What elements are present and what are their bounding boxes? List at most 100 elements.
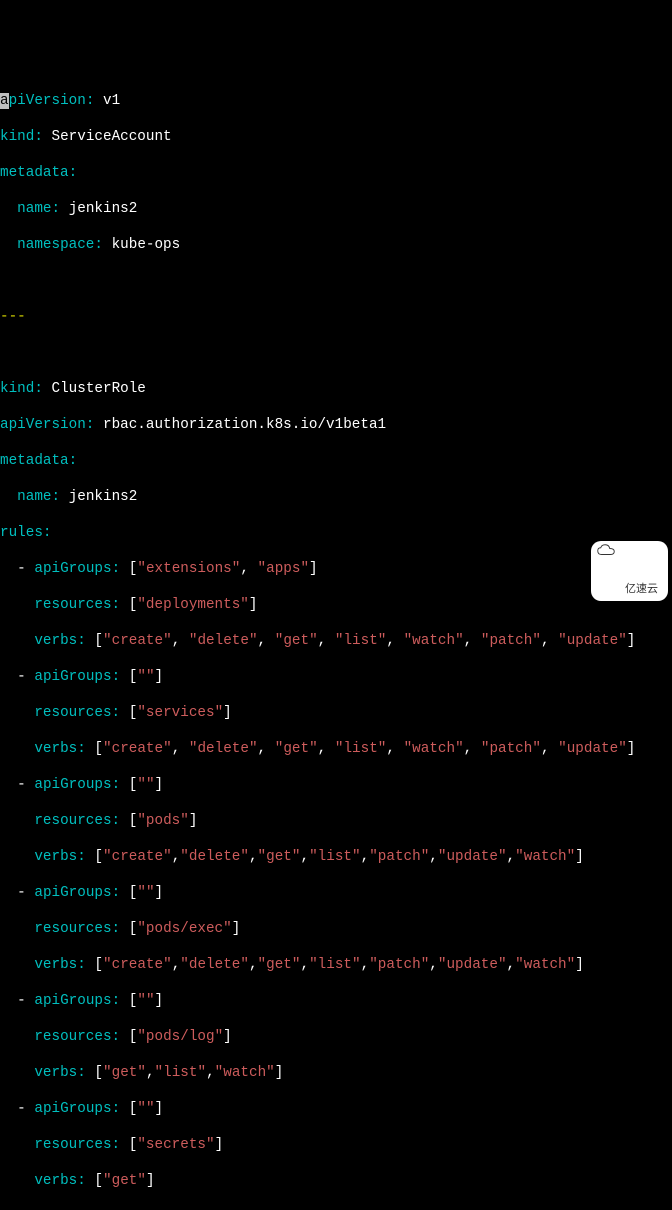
string-value: patch: [489, 741, 532, 757]
key-apiVersion: piVersion: [9, 93, 86, 109]
colon: :: [77, 1173, 86, 1189]
value-apiVersion: v1: [103, 93, 120, 109]
key-verbs: verbs: [34, 1173, 77, 1189]
string-value: apps: [266, 561, 300, 577]
rbracket: ]: [155, 777, 164, 793]
rbracket: ]: [627, 741, 636, 757]
line-apiVersion: apiVersion: v1: [0, 92, 672, 110]
lbracket: [: [94, 957, 103, 973]
key-resources: resources: [34, 597, 111, 613]
line-namespace: namespace: kube-ops: [0, 236, 672, 254]
comma: ,: [318, 741, 327, 757]
value-kind: ServiceAccount: [52, 129, 172, 145]
comma: ,: [464, 741, 473, 757]
key-verbs: verbs: [34, 849, 77, 865]
value-namespace: kube-ops: [112, 237, 181, 253]
lbracket: [: [94, 1065, 103, 1081]
colon: :: [112, 1029, 121, 1045]
lbracket: [: [94, 741, 103, 757]
rbracket: ]: [155, 885, 164, 901]
dash: -: [17, 561, 26, 577]
comma: ,: [429, 957, 438, 973]
string-value: list: [318, 957, 352, 973]
comma: ,: [300, 957, 309, 973]
string-value: watch: [223, 1065, 266, 1081]
colon: :: [43, 525, 52, 541]
lbracket: [: [129, 777, 138, 793]
string-value: create: [112, 741, 163, 757]
colon: :: [112, 561, 121, 577]
string-value: update: [446, 849, 497, 865]
value-kind: ClusterRole: [52, 381, 146, 397]
rule5-resources: resources: ["secrets"]: [0, 1136, 672, 1154]
rule0-verbs: verbs: ["create", "delete", "get", "list…: [0, 632, 672, 650]
comma: ,: [249, 957, 258, 973]
rule3-resources: resources: ["pods/exec"]: [0, 920, 672, 938]
colon: :: [69, 165, 78, 181]
comma: ,: [464, 633, 473, 649]
key-apiGroups: apiGroups: [34, 669, 111, 685]
string-value: get: [266, 849, 292, 865]
rule2-verbs: verbs: ["create","delete","get","list","…: [0, 848, 672, 866]
comma: ,: [146, 1065, 155, 1081]
rule0-resources: resources: ["deployments"]: [0, 596, 672, 614]
colon: :: [112, 921, 121, 937]
comma: ,: [507, 957, 516, 973]
line-rules: rules:: [0, 524, 672, 542]
comma: ,: [258, 633, 267, 649]
key-verbs: verbs: [34, 633, 77, 649]
comma: ,: [258, 741, 267, 757]
rule0-apiGroups: - apiGroups: ["extensions", "apps"]: [0, 560, 672, 578]
comma: ,: [172, 741, 181, 757]
comma: ,: [386, 741, 395, 757]
colon: :: [86, 93, 95, 109]
rbracket: ]: [215, 1137, 224, 1153]
dash: -: [17, 885, 26, 901]
rbracket: ]: [155, 993, 164, 1009]
key-resources: resources: [34, 705, 111, 721]
string-value: delete: [197, 633, 248, 649]
key-name: name: [17, 489, 51, 505]
rbracket: ]: [249, 597, 258, 613]
colon: :: [77, 741, 86, 757]
key-kind: kind: [0, 129, 34, 145]
string-value: list: [318, 849, 352, 865]
colon: :: [112, 597, 121, 613]
key-apiGroups: apiGroups: [34, 1101, 111, 1117]
rbracket: ]: [223, 1029, 232, 1045]
colon: :: [112, 1101, 121, 1117]
rule4-verbs: verbs: ["get","list","watch"]: [0, 1064, 672, 1082]
key-apiGroups: apiGroups: [34, 777, 111, 793]
colon: :: [112, 777, 121, 793]
lbracket: [: [94, 633, 103, 649]
key-apiGroups: apiGroups: [34, 561, 111, 577]
comma: ,: [172, 957, 181, 973]
blank-line: [0, 272, 672, 290]
dash: -: [17, 1101, 26, 1117]
lbracket: [: [94, 849, 103, 865]
string-value: services: [146, 705, 215, 721]
string-value: patch: [489, 633, 532, 649]
comma: ,: [507, 849, 516, 865]
string-value: list: [343, 741, 377, 757]
string-value: create: [112, 633, 163, 649]
key-verbs: verbs: [34, 957, 77, 973]
rbracket: ]: [189, 813, 198, 829]
string-value: create: [112, 957, 163, 973]
colon: :: [94, 237, 103, 253]
line-kind2: kind: ClusterRole: [0, 380, 672, 398]
string-value: extensions: [146, 561, 232, 577]
key-name: name: [17, 201, 51, 217]
string-value: watch: [412, 633, 455, 649]
rule5-apiGroups: - apiGroups: [""]: [0, 1100, 672, 1118]
rule4-resources: resources: ["pods/log"]: [0, 1028, 672, 1046]
lbracket: [: [129, 669, 138, 685]
string-value: delete: [189, 849, 240, 865]
key-rules: rules: [0, 525, 43, 541]
comma: ,: [361, 957, 370, 973]
colon: :: [34, 381, 43, 397]
cloud-icon: [597, 544, 615, 556]
string-value: update: [446, 957, 497, 973]
string-value: get: [266, 957, 292, 973]
value-apiVersion: rbac.authorization.k8s.io/v1beta1: [103, 417, 386, 433]
